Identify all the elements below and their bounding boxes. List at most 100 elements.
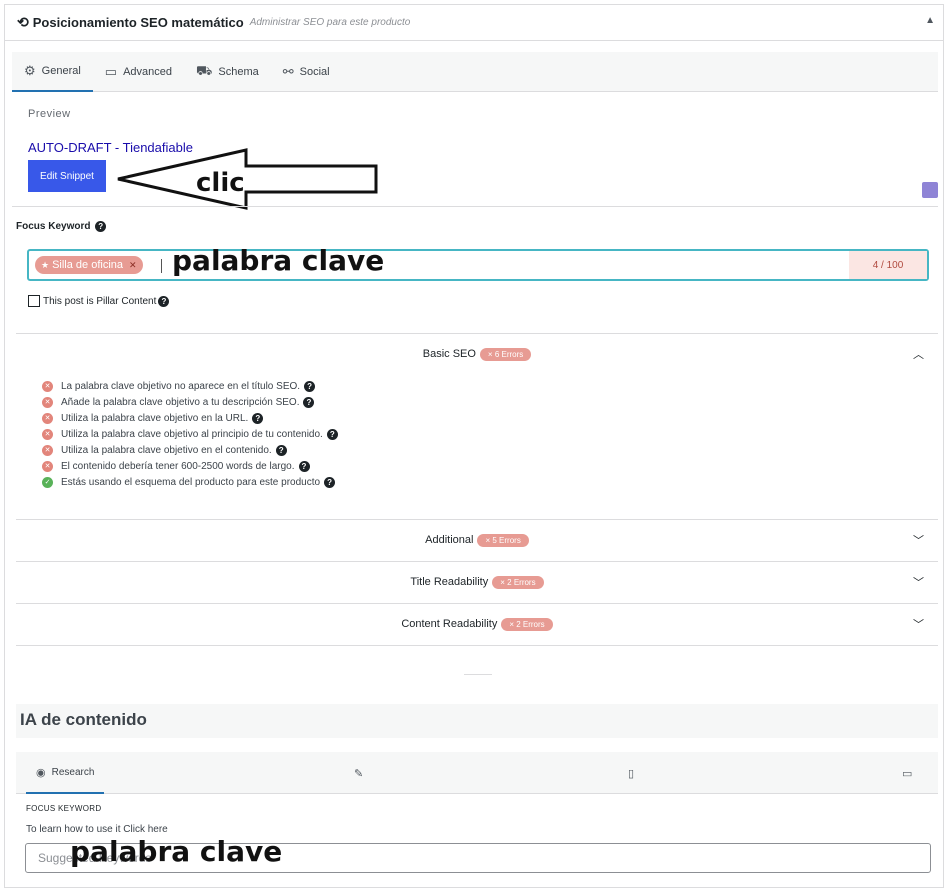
error-icon: ✕ [42,460,53,472]
share-icon: ⚯ [282,64,294,79]
tab-label: Research [51,766,95,778]
basic-seo-checklist: ✕ La palabra clave objetivo no aparece e… [42,378,338,490]
pillar-checkbox[interactable] [28,295,40,307]
divider [12,206,938,207]
chevron-down-icon[interactable]: ﹀ [913,616,924,632]
content-readability-header[interactable]: Content Readability × 2 Errors ﹀ [16,604,938,644]
check-text: El contenido debería tener 600-2500 word… [61,460,295,472]
tab-write[interactable]: ✎ [354,752,369,794]
text-caret [161,259,162,273]
content-ai-badge-icon[interactable] [922,182,938,198]
gear-icon: ⚙ [24,63,36,78]
metabox-header[interactable]: ⟲ Posicionamiento SEO matemático Adminis… [5,5,943,41]
chat-icon: ▭ [902,767,913,780]
eye-icon: ◉ [36,766,46,779]
metabox-title: Posicionamiento SEO matemático [32,15,244,30]
tab-chat[interactable]: ▭ [902,752,918,794]
list-item: ✕ La palabra clave objetivo no aparece e… [42,378,338,394]
cart-icon: ⛟ [196,63,213,78]
remove-tag-icon[interactable]: ✕ [129,260,137,271]
collapse-icon[interactable]: ▲ [925,15,935,26]
check-text: Utiliza la palabra clave objetivo al pri… [61,428,323,440]
ai-help-link[interactable]: To learn how to use it Click here [26,824,168,835]
list-item: ✕ El contenido debería tener 600-2500 wo… [42,458,338,474]
additional-header[interactable]: Additional × 5 Errors ﹀ [16,520,938,560]
rank-math-logo-icon: ⟲ [17,14,29,30]
focus-keyword-label: Focus Keyword ? [16,221,107,233]
list-item: ✓ Estás usando el esquema del producto p… [42,474,338,490]
error-icon: ✕ [42,396,53,408]
check-text: Utiliza la palabra clave objetivo en la … [61,412,249,424]
chevron-down-icon[interactable]: ﹀ [913,574,924,590]
error-icon: ✕ [42,380,53,392]
metabox-subtitle: Administrar SEO para este producto [249,17,411,28]
toolbox-icon: ▭ [104,64,118,79]
help-icon[interactable]: ? [304,380,316,392]
seo-tabs: ⚙ General ▭ Advanced ⛟ Schema ⚯ Social [12,52,938,92]
list-item: ✕ Utiliza la palabra clave objetivo al p… [42,426,338,442]
list-item: ✕ Añade la palabra clave objetivo a tu d… [42,394,338,410]
title-readability-header[interactable]: Title Readability × 2 Errors ﹀ [16,562,938,602]
star-icon: ★ [41,259,50,270]
help-icon[interactable]: ? [275,444,287,456]
clipboard-icon: ▯ [628,767,635,780]
check-text: Estás usando el esquema del producto par… [61,476,321,488]
tab-label: Schema [218,66,259,78]
title-readability-section: Title Readability × 2 Errors ﹀ [16,561,938,603]
check-text: Utiliza la palabra clave objetivo en el … [61,444,272,456]
pillar-content-checkbox-row[interactable]: This post is Pillar Content ? [28,295,170,307]
basic-seo-header[interactable]: Basic SEO × 6 Errors ︿ [16,334,938,374]
help-icon[interactable]: ? [158,295,170,307]
help-icon[interactable]: ? [324,476,336,488]
chevron-up-icon[interactable]: ︿ [913,346,924,362]
help-icon[interactable]: ? [298,460,310,472]
section-title: Basic SEO [422,348,476,360]
edit-snippet-button[interactable]: Edit Snippet [28,160,106,192]
preview-label: Preview [28,108,71,120]
help-icon[interactable]: ? [326,428,338,440]
error-icon: ✕ [42,444,53,456]
check-icon: ✓ [42,476,53,488]
tab-label: Social [299,66,330,78]
error-badge: × 5 Errors [477,533,529,547]
help-icon[interactable]: ? [252,412,264,424]
tab-label: General [41,65,81,77]
keyword-tag-label: Silla de oficina [52,259,124,271]
focus-keyword-input[interactable]: ★ Silla de oficina ✕ 4 / 100 [27,249,929,281]
divider [464,674,492,675]
error-icon: ✕ [42,412,53,424]
annotation-clic: clic [196,168,245,198]
pillar-label: This post is Pillar Content [43,295,157,307]
content-ai-header [16,704,938,738]
content-readability-section: Content Readability × 2 Errors ﹀ [16,603,938,646]
tab-general[interactable]: ⚙ General [12,52,93,92]
error-badge: × 2 Errors [501,617,553,631]
annotation-palabra-clave: palabra clave [172,244,385,277]
check-text: La palabra clave objetivo no aparece en … [61,380,301,392]
help-icon[interactable]: ? [95,221,107,232]
tab-label: Advanced [123,66,173,78]
section-title: Title Readability [410,576,489,588]
list-item: ✕ Utiliza la palabra clave objetivo en l… [42,410,338,426]
tab-schema[interactable]: ⛟ Schema [184,52,271,92]
content-ai-title: IA de contenido [20,710,147,729]
annotation-palabra-clave: palabra clave [70,835,283,868]
additional-section: Additional × 5 Errors ﹀ [16,519,938,561]
list-item: ✕ Utiliza la palabra clave objetivo en e… [42,442,338,458]
error-badge: × 2 Errors [492,575,544,589]
annotation-arrow-icon [117,148,378,210]
tab-social[interactable]: ⚯ Social [271,52,342,92]
section-title: Additional [425,534,474,546]
tab-ai-tools[interactable]: ▯ [628,752,640,794]
tab-advanced[interactable]: ▭ Advanced [93,52,184,92]
section-title: Content Readability [401,618,498,630]
error-badge: × 6 Errors [479,347,532,361]
edit-icon: ✎ [354,767,364,780]
ai-focus-keyword-label: FOCUS KEYWORD [26,804,102,813]
keyword-tag[interactable]: ★ Silla de oficina ✕ [35,256,143,274]
error-icon: ✕ [42,428,53,440]
help-icon[interactable]: ? [303,396,315,408]
focus-keyword-label-text: Focus Keyword [16,221,91,233]
tab-research[interactable]: ◉ Research [26,752,105,794]
chevron-down-icon[interactable]: ﹀ [913,532,924,548]
